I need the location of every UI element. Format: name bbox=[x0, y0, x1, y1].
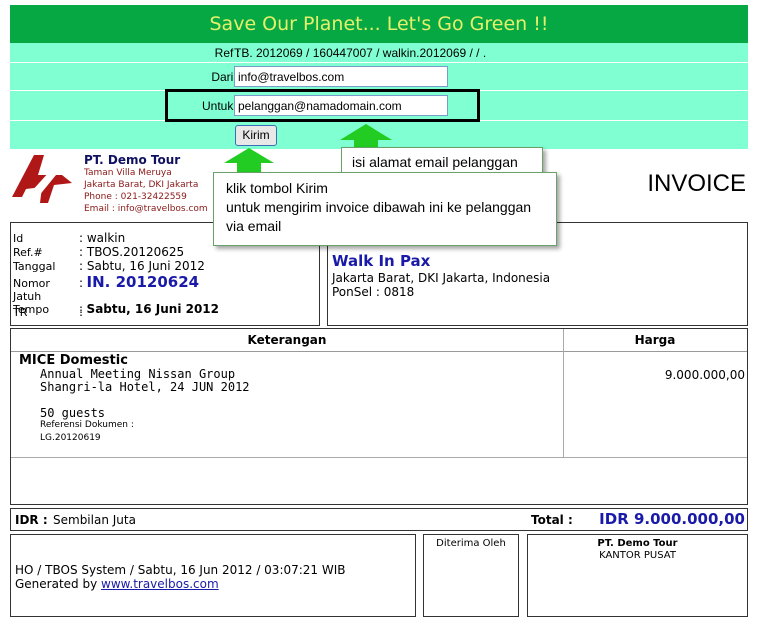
from-email-field[interactable] bbox=[234, 66, 448, 87]
sign-company-office: KANTOR PUSAT bbox=[599, 550, 676, 561]
total-amount: IDR 9.000.000,00 bbox=[599, 510, 745, 528]
col-keterangan: Keterangan bbox=[247, 333, 327, 347]
ref-row: Ref : TB. 2012069 / 160447007 / walkin.2… bbox=[10, 46, 748, 62]
send-hint-callout: klik tombol Kirim untuk mengirim invoice… bbox=[213, 172, 557, 246]
info-row-ref: Ref.# : TBOS.20120625 bbox=[13, 245, 184, 259]
item-title: MICE Domestic bbox=[19, 353, 128, 368]
ref-value: TB. 2012069 / 160447007 / walkin.2012069… bbox=[234, 46, 487, 60]
company-name: PT. Demo Tour bbox=[84, 153, 181, 167]
tr-label: TR bbox=[13, 306, 28, 319]
system-info-box: HO / TBOS System / Sabtu, 16 Jun 2012 / … bbox=[10, 534, 416, 617]
sign-company-name: PT. Demo Tour bbox=[597, 538, 678, 549]
date-value: : Sabtu, 16 Juni 2012 bbox=[79, 259, 205, 273]
info-row-tr: TR: bbox=[13, 305, 83, 319]
table-header: Keterangan Harga bbox=[11, 329, 747, 352]
id-label: Id bbox=[13, 232, 24, 245]
total-label: Total : bbox=[531, 513, 573, 527]
customer-name: Walk In Pax bbox=[332, 252, 431, 270]
company-address1: Taman Villa Meruya bbox=[84, 168, 172, 178]
item-price: 9.000.000,00 bbox=[664, 368, 745, 382]
info-row-date: Tanggal : Sabtu, 16 Juni 2012 bbox=[13, 259, 205, 273]
col-harga: Harga bbox=[634, 333, 676, 347]
send-hint-line2: untuk mengirim invoice dibawah ini ke pe… bbox=[226, 199, 532, 215]
email-hint-text: isi alamat email pelanggan bbox=[352, 154, 518, 170]
from-row: Dari : bbox=[10, 65, 748, 89]
item-line3: 50 guests bbox=[40, 406, 106, 420]
amount-words-label: IDR : bbox=[15, 513, 48, 527]
doc-ref-value: LG.20120619 bbox=[40, 433, 101, 443]
column-divider bbox=[563, 329, 564, 457]
email-form-panel: Ref : TB. 2012069 / 160447007 / walkin.2… bbox=[10, 43, 748, 149]
ref-value: : TBOS.20120625 bbox=[79, 245, 185, 259]
generated-by: Generated by www.travelbos.com bbox=[15, 577, 219, 591]
company-address2: Jakarta Barat, DKI Jakarta bbox=[84, 180, 199, 190]
number-label: Nomor bbox=[13, 277, 50, 290]
row-divider bbox=[11, 457, 747, 458]
green-banner: Save Our Planet... Let's Go Green !! bbox=[10, 5, 748, 43]
company-logo bbox=[12, 155, 72, 203]
travelbos-link[interactable]: www.travelbos.com bbox=[101, 577, 219, 591]
total-row: IDR : Sembilan Juta Total : IDR 9.000.00… bbox=[10, 508, 748, 531]
system-line: HO / TBOS System / Sabtu, 16 Jun 2012 / … bbox=[15, 563, 346, 577]
send-button[interactable]: Kirim bbox=[235, 125, 277, 146]
id-value: : walkin bbox=[79, 231, 126, 245]
company-info: PT. Demo Tour Taman Villa Meruya Jakarta… bbox=[84, 153, 208, 215]
number-prefix: : bbox=[79, 276, 84, 290]
invoice-title: INVOICE bbox=[647, 170, 746, 197]
generated-label: Generated by bbox=[15, 577, 98, 591]
company-email: Email : info@travelbos.com bbox=[84, 204, 208, 214]
customer-phone: PonSel : 0818 bbox=[332, 285, 415, 299]
company-phone: Phone : 021-32422559 bbox=[84, 192, 187, 202]
due-date: Sabtu, 16 Juni 2012 bbox=[86, 302, 220, 316]
send-hint-line1: klik tombol Kirim bbox=[226, 180, 328, 196]
item-line1: Annual Meeting Nissan Group bbox=[40, 367, 236, 381]
doc-ref-label: Referensi Dokumen : bbox=[40, 420, 134, 430]
send-hint-line3: via email bbox=[226, 218, 282, 234]
items-table: Keterangan Harga MICE Domestic Annual Me… bbox=[10, 328, 748, 505]
info-row-number: Nomor: IN. 20120624 bbox=[13, 273, 199, 291]
ref-label: Ref.# bbox=[13, 246, 43, 259]
banner-title: Save Our Planet... Let's Go Green !! bbox=[209, 13, 549, 35]
divider bbox=[10, 62, 748, 63]
tr-value: : bbox=[79, 305, 84, 319]
received-label: Diterima Oleh bbox=[436, 538, 506, 549]
date-label: Tanggal bbox=[13, 260, 56, 273]
company-sign-box: PT. Demo Tour KANTOR PUSAT bbox=[527, 534, 748, 617]
amount-words: Sembilan Juta bbox=[53, 513, 136, 527]
customer-address: Jakarta Barat, DKI Jakarta, Indonesia bbox=[332, 271, 551, 285]
to-field-highlight bbox=[165, 89, 480, 122]
item-line2: Shangri-la Hotel, 24 JUN 2012 bbox=[40, 380, 250, 394]
received-by-box: Diterima Oleh bbox=[423, 534, 519, 617]
info-row-id: Id : walkin bbox=[13, 231, 125, 245]
invoice-number: IN. 20120624 bbox=[86, 273, 200, 291]
